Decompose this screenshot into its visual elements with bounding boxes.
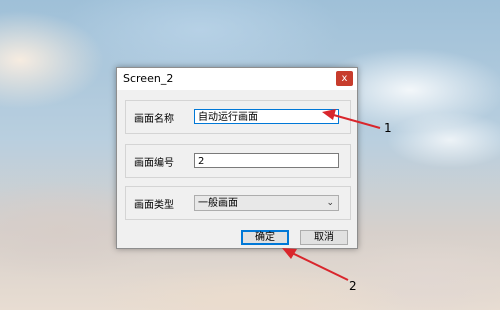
- annotation-number-1: 1: [384, 121, 392, 135]
- arrow-2: [282, 248, 349, 281]
- arrow-1: [322, 109, 381, 129]
- annotation-arrows: [282, 109, 381, 281]
- annotation-number-2: 2: [349, 279, 357, 293]
